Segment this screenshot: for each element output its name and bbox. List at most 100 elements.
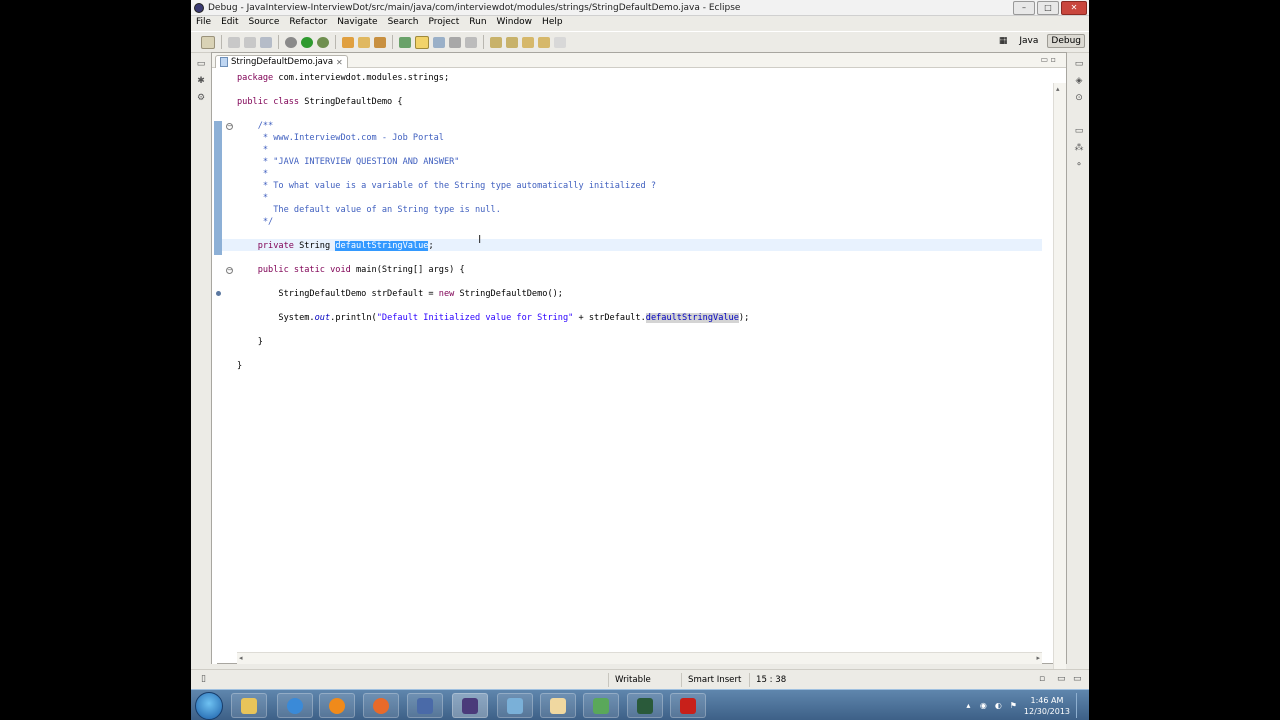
show-whitespace-icon[interactable] <box>449 36 461 48</box>
minimize-button[interactable]: – <box>1013 1 1035 15</box>
scroll-right-icon[interactable]: ▸ <box>1036 654 1040 662</box>
new-icon[interactable] <box>201 35 215 49</box>
pilcrow-icon[interactable] <box>465 36 477 48</box>
windows-taskbar: ▴ ◉ ◐ ⚑ 1:46 AM 12/30/2013 <box>191 689 1089 720</box>
taskbar-firefox[interactable] <box>363 693 399 718</box>
outline-view-icon[interactable]: ⚬ <box>1075 161 1084 170</box>
vertical-scrollbar[interactable]: ▴ ▾ <box>1053 83 1066 678</box>
menu-file[interactable]: File <box>191 16 216 30</box>
menu-search[interactable]: Search <box>383 16 424 30</box>
last-edit-icon[interactable] <box>554 36 566 48</box>
servers-view-icon[interactable]: ⚙ <box>197 94 206 103</box>
new-class-icon[interactable] <box>374 36 386 48</box>
variables-view-icon[interactable]: ◈ <box>1075 77 1084 86</box>
progress-view-icon[interactable]: ▫ <box>1039 674 1045 684</box>
volume-icon[interactable]: ◐ <box>994 701 1003 710</box>
restore-icon[interactable]: ▭ <box>1075 127 1084 136</box>
toggle-mark-occurrences-icon[interactable] <box>415 35 429 49</box>
eclipse-window: Debug - JavaInterview-InterviewDot/src/m… <box>191 0 1089 720</box>
menu-edit[interactable]: Edit <box>216 16 243 30</box>
fast-view-icon[interactable]: ▯ <box>201 674 206 684</box>
method-declaration-line: public static void main(String[] args) { <box>237 265 465 275</box>
status-writable: Writable <box>608 673 667 687</box>
taskbar-acrobat[interactable] <box>670 693 706 718</box>
code-line: public class StringDefaultDemo { <box>237 97 403 107</box>
menu-help[interactable]: Help <box>537 16 568 30</box>
horizontal-scrollbar[interactable]: ◂ ▸ <box>237 652 1042 664</box>
save-icon[interactable] <box>228 36 240 48</box>
external-tools-icon[interactable] <box>317 36 329 48</box>
restore-icon[interactable]: ▭ <box>197 60 206 69</box>
run-icon[interactable] <box>301 36 313 48</box>
breakpoints-view-icon[interactable]: ⊙ <box>1075 94 1084 103</box>
save-all-icon[interactable] <box>244 36 256 48</box>
taskbar-save-app[interactable] <box>407 693 443 718</box>
taskbar-app[interactable] <box>627 693 663 718</box>
perspective-debug[interactable]: Debug <box>1047 34 1085 48</box>
java-editor: StringDefaultDemo.java ✕ ▭ ▫ − − package… <box>211 52 1067 678</box>
maximize-editor-icon[interactable]: ▭ ▫ <box>1040 55 1056 64</box>
menu-navigate[interactable]: Navigate <box>332 16 382 30</box>
clock-date: 12/30/2013 <box>1023 706 1070 716</box>
javadoc-line: * "JAVA INTERVIEW QUESTION AND ANSWER" <box>237 157 460 167</box>
taskbar-app[interactable] <box>540 693 576 718</box>
show-hidden-icons-icon[interactable]: ▴ <box>964 701 973 710</box>
menu-run[interactable]: Run <box>464 16 491 30</box>
clock[interactable]: 1:46 AM 12/30/2013 <box>1024 695 1070 717</box>
code-line: StringDefaultDemo strDefault = new Strin… <box>237 289 563 299</box>
scroll-up-icon[interactable]: ▴ <box>1056 85 1060 93</box>
javadoc-line: * <box>237 145 269 155</box>
open-perspective-icon[interactable]: ▦ <box>996 35 1011 47</box>
taskbar-app[interactable] <box>497 693 533 718</box>
next-annotation-icon[interactable] <box>490 36 502 48</box>
menu-source[interactable]: Source <box>244 16 285 30</box>
task-icon[interactable]: ▭ <box>1057 674 1066 684</box>
action-center-icon[interactable]: ⚑ <box>1009 701 1018 710</box>
perspective-java[interactable]: Java <box>1016 35 1041 47</box>
show-desktop-button[interactable] <box>1076 693 1085 718</box>
network-icon[interactable]: ◉ <box>979 701 988 710</box>
new-package-icon[interactable] <box>358 36 370 48</box>
toggle-block-selection-icon[interactable] <box>433 36 445 48</box>
menu-project[interactable]: Project <box>423 16 464 30</box>
code-area[interactable]: − − package com.interviewdot.modules.str… <box>212 68 1066 678</box>
javadoc-line: * www.InterviewDot.com - Job Portal <box>237 133 444 143</box>
eclipse-app-icon <box>194 2 204 13</box>
menu-bar: File Edit Source Refactor Navigate Searc… <box>191 16 568 30</box>
editor-tab[interactable]: StringDefaultDemo.java ✕ <box>215 55 348 68</box>
close-tab-icon[interactable]: ✕ <box>336 58 343 67</box>
debug-view-icon[interactable]: ✱ <box>197 77 206 86</box>
taskbar-internet-explorer[interactable] <box>277 693 313 718</box>
close-button[interactable]: ✕ <box>1061 1 1087 15</box>
taskbar-media-player[interactable] <box>319 693 355 718</box>
perspective-switcher: ▦ Java Debug <box>996 34 1085 48</box>
fold-toggle-icon[interactable]: − <box>226 267 233 274</box>
status-cursor-position: 15 : 38 <box>749 673 796 687</box>
taskbar-eclipse[interactable] <box>452 693 488 718</box>
new-java-project-icon[interactable] <box>342 36 354 48</box>
previous-annotation-icon[interactable] <box>506 36 518 48</box>
debug-icon[interactable] <box>285 36 297 48</box>
back-icon[interactable] <box>522 36 534 48</box>
print-icon[interactable] <box>260 36 272 48</box>
code-line: } <box>237 361 243 371</box>
breakpoint-marker-icon[interactable] <box>216 291 221 296</box>
menu-window[interactable]: Window <box>492 16 538 30</box>
menu-refactor[interactable]: Refactor <box>284 16 332 30</box>
fold-toggle-icon[interactable]: − <box>226 123 233 130</box>
maximize-button[interactable]: □ <box>1037 1 1059 15</box>
firefox-icon <box>373 697 389 714</box>
taskbar-app[interactable] <box>583 693 619 718</box>
scroll-left-icon[interactable]: ◂ <box>239 654 243 662</box>
editor-tab-label: StringDefaultDemo.java <box>231 57 334 67</box>
open-type-icon[interactable] <box>399 36 411 48</box>
restore-icon[interactable]: ▭ <box>1075 60 1084 69</box>
expressions-view-icon[interactable]: ⁂ <box>1075 144 1084 153</box>
clock-time: 1:46 AM <box>1030 695 1064 705</box>
forward-icon[interactable] <box>538 36 550 48</box>
task-icon[interactable]: ▭ <box>1073 674 1082 684</box>
status-bar: ▯ Writable Smart Insert 15 : 38 ▫ ▭ ▭ <box>191 669 1089 690</box>
javadoc-line: The default value of an String type is n… <box>237 205 501 215</box>
start-button[interactable] <box>195 692 223 720</box>
taskbar-explorer[interactable] <box>231 693 267 718</box>
